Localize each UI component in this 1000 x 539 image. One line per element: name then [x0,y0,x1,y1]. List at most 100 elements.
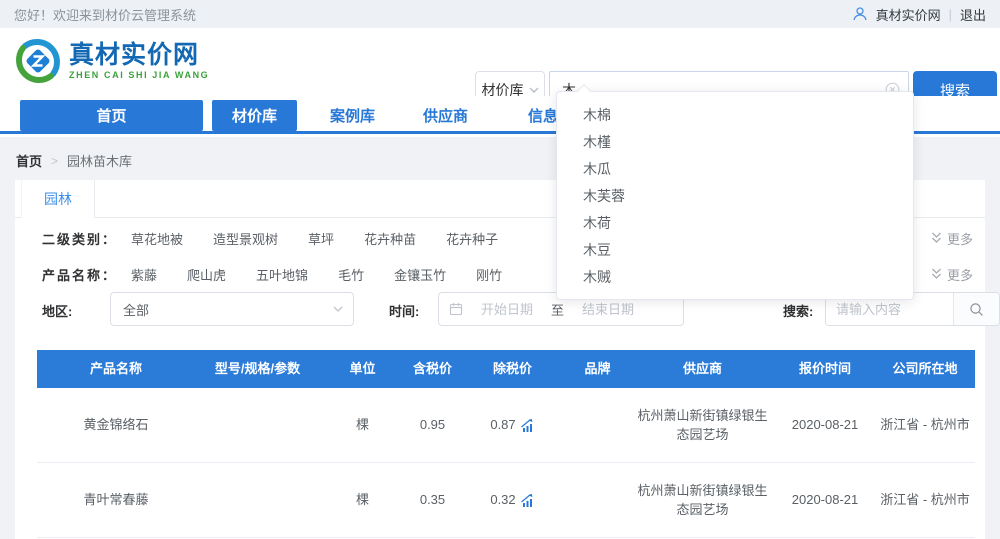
no-tax-price-value: 0.87 [490,415,515,435]
price-trend-chart-icon[interactable] [520,493,535,507]
breadcrumb-current: 园林苗木库 [67,151,132,170]
header-tax-price: 含税价 [405,350,460,388]
cell-quote-date: 2020-08-21 [775,463,875,537]
cell-no-tax-price: 0.32 [460,463,565,537]
logo-icon [14,37,62,85]
product-option[interactable]: 金镶玉竹 [394,265,446,284]
cell-brand [565,463,630,537]
logo-title: 真材实价网 [69,43,209,68]
topbar: 您好！欢迎来到材价云管理系统 真材实价网 | 退出 [0,0,1000,28]
header-company-location: 公司所在地 [875,350,975,388]
cell-unit: 棵 [320,463,405,537]
category-option[interactable]: 花卉种苗 [364,229,416,248]
region-select[interactable]: 全部 [110,292,354,326]
breadcrumb: 首页 > 园林苗木库 [16,151,132,170]
header-brand: 品牌 [565,350,630,388]
topbar-user-area: 真材实价网 | 退出 [852,5,986,24]
table-header-row: 产品名称 型号/规格/参数 单位 含税价 除税价 品牌 供应商 报价时间 公司所… [37,350,975,388]
cell-no-tax-price: 0.87 [460,388,565,462]
date-range-separator: 至 [551,300,564,319]
header: 真材实价网 ZHEN CAI SHI JIA WANG 材价库 [0,28,1000,96]
header-unit: 单位 [320,350,405,388]
cell-unit: 棵 [320,388,405,462]
cell-supplier: 杭州萧山新街镇绿银生态园艺场 [630,388,775,462]
cell-brand [565,388,630,462]
product-option[interactable]: 爬山虎 [187,265,226,284]
nav-item-home[interactable]: 首页 [20,100,203,131]
topbar-site-link[interactable]: 真材实价网 [876,5,941,24]
category-option[interactable]: 草坪 [308,229,334,248]
cell-product-name: 黄金锦络石 [37,388,195,462]
cell-supplier: 杭州萧山新街镇绿银生态园艺场 [630,463,775,537]
cell-spec [195,388,320,462]
topbar-divider: | [949,7,952,22]
cell-company-location: 浙江省 - 杭州市 [875,388,975,462]
breadcrumb-separator-icon: > [51,154,58,168]
logo-subtitle: ZHEN CAI SHI JIA WANG [69,71,209,80]
suggestion-item[interactable]: 木贼 [557,263,913,290]
start-date-input[interactable] [471,302,543,317]
cell-tax-price: 0.35 [405,463,460,537]
suggestion-item[interactable]: 木豆 [557,236,913,263]
product-option[interactable]: 紫藤 [131,265,157,284]
time-label: 时间: [389,301,419,320]
product-more-button[interactable]: 更多 [931,265,973,284]
user-icon [852,6,868,22]
header-product-name: 产品名称 [37,350,195,388]
category-more-button[interactable]: 更多 [931,229,973,248]
price-table: 产品名称 型号/规格/参数 单位 含税价 除税价 品牌 供应商 报价时间 公司所… [37,350,975,538]
header-spec: 型号/规格/参数 [195,350,320,388]
cell-product-name: 青叶常春藤 [37,463,195,537]
chevron-down-icon [333,306,343,312]
cell-tax-price: 0.95 [405,388,460,462]
table-row: 黄金锦络石 棵 0.95 0.87 [37,388,975,463]
header-supplier: 供应商 [630,350,775,388]
header-no-tax-price: 除税价 [460,350,565,388]
category-option[interactable]: 草花地被 [131,229,183,248]
magnifier-icon [969,302,984,317]
nav-item-case-library[interactable]: 案例库 [330,100,375,131]
category-option[interactable]: 造型景观树 [213,229,278,248]
nav-item-supplier[interactable]: 供应商 [423,100,468,131]
double-chevron-down-icon [931,268,942,280]
search-suggestions-dropdown: 木棉 木槿 木瓜 木芙蓉 木荷 木豆 木贼 [556,91,914,300]
suggestion-item[interactable]: 木瓜 [557,155,913,182]
product-option[interactable]: 刚竹 [476,265,502,284]
nav-item-info[interactable]: 信息 [528,100,558,131]
product-option[interactable]: 毛竹 [338,265,364,284]
suggestion-item[interactable]: 木槿 [557,128,913,155]
category-options: 草花地被 造型景观树 草坪 花卉种苗 花卉种子 [131,229,528,248]
more-label: 更多 [947,265,973,284]
site-logo[interactable]: 真材实价网 ZHEN CAI SHI JIA WANG [14,37,209,85]
logo-text: 真材实价网 ZHEN CAI SHI JIA WANG [69,43,209,80]
keyword-search-button[interactable] [953,293,999,325]
app-root: 您好！欢迎来到材价云管理系统 真材实价网 | 退出 [0,0,1000,539]
keyword-label: 搜索: [783,301,813,320]
product-options: 紫藤 爬山虎 五叶地锦 毛竹 金镶玉竹 刚竹 [131,265,532,284]
cell-spec [195,463,320,537]
suggestion-item[interactable]: 木棉 [557,101,913,128]
product-option[interactable]: 五叶地锦 [256,265,308,284]
category-option[interactable]: 花卉种子 [446,229,498,248]
end-date-input[interactable] [572,302,644,317]
table-row: 青叶常春藤 棵 0.35 0.32 [37,463,975,538]
suggestion-item[interactable]: 木荷 [557,209,913,236]
cell-quote-date: 2020-08-21 [775,388,875,462]
suggestion-item[interactable]: 木芙蓉 [557,182,913,209]
category-filter-label: 二级类别： [42,229,117,248]
more-label: 更多 [947,229,973,248]
breadcrumb-home[interactable]: 首页 [16,151,42,170]
logout-link[interactable]: 退出 [960,5,986,24]
region-label: 地区: [42,301,72,320]
nav-item-material-library[interactable]: 材价库 [212,100,297,131]
no-tax-price-value: 0.32 [490,490,515,510]
welcome-text: 您好！欢迎来到材价云管理系统 [14,5,196,24]
product-filter-label: 产品名称： [42,265,117,284]
region-select-value: 全部 [123,300,149,319]
tab-garden[interactable]: 园林 [21,180,95,218]
cell-company-location: 浙江省 - 杭州市 [875,463,975,537]
header-quote-date: 报价时间 [775,350,875,388]
price-trend-chart-icon[interactable] [520,418,535,432]
calendar-icon [449,302,463,316]
double-chevron-down-icon [931,232,942,244]
